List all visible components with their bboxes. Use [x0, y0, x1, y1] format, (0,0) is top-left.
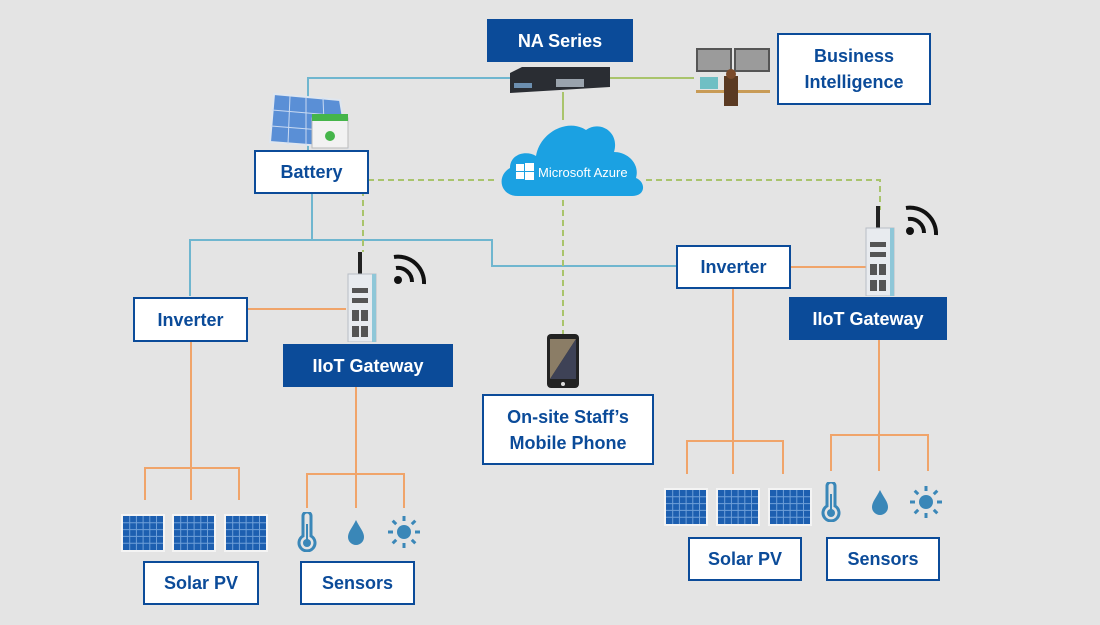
solar-pv-right-label: Solar PV — [688, 537, 802, 581]
inverter-right-label: Inverter — [676, 245, 791, 289]
water-drop-icon — [348, 520, 364, 545]
wifi-left-icon — [393, 254, 427, 285]
solar-pv-left-label: Solar PV — [143, 561, 259, 605]
microsoft-azure-cloud-icon: Microsoft Azure — [501, 125, 644, 196]
gateway-device-left-icon — [347, 252, 377, 342]
mobile-phone-label: On-site Staff’s Mobile Phone — [482, 394, 654, 465]
sensors-left-text: Sensors — [321, 573, 394, 593]
gateway-right-link — [646, 179, 881, 210]
inverter-left-label: Inverter — [133, 297, 248, 342]
water-drop-icon — [872, 490, 888, 515]
wifi-right-icon — [905, 205, 939, 236]
operator-monitors-icon — [696, 48, 770, 106]
sensors-left-label: Sensors — [300, 561, 415, 605]
battery-text: Battery — [280, 162, 343, 182]
azure-text: Microsoft Azure — [538, 165, 628, 180]
server-appliance-icon — [510, 67, 610, 93]
solar-battery-icon — [268, 92, 350, 150]
iiot-gateway-right-label: IIoT Gateway — [789, 297, 947, 340]
thermometer-icon — [297, 512, 317, 552]
business-intelligence-label: Business Intelligence — [777, 33, 931, 105]
sensors-right-label: Sensors — [826, 537, 940, 581]
solar-left-text: Solar PV — [163, 573, 239, 593]
solar-panel-icon — [716, 488, 760, 526]
inverter-right-text: Inverter — [700, 257, 767, 277]
bi-line-1: Business — [813, 46, 895, 66]
inverter-left-text: Inverter — [157, 309, 224, 330]
mobile-line-2: Mobile Phone — [509, 432, 627, 453]
sun-icon — [388, 516, 420, 548]
solar-panel-icon — [172, 514, 216, 552]
gateway-device-right-icon — [865, 206, 895, 296]
sun-icon — [910, 486, 942, 518]
mobile-line-1: On-site Staff’s — [507, 406, 629, 427]
solar-right-text: Solar PV — [707, 549, 783, 569]
na-series-text: NA Series — [517, 30, 603, 51]
iiot-gateway-left-label: IIoT Gateway — [283, 344, 453, 387]
gateway-left-text: IIoT Gateway — [312, 355, 424, 376]
gateway-right-text: IIoT Gateway — [812, 308, 924, 329]
solar-panel-icon — [664, 488, 708, 526]
sensors-right-text: Sensors — [847, 549, 919, 569]
solar-panel-icon — [768, 488, 812, 526]
battery-inverters-bus — [189, 239, 676, 296]
bi-line-2: Intelligence — [804, 72, 904, 92]
solar-panel-icon — [224, 514, 268, 552]
solar-panel-icon — [121, 514, 165, 552]
mobile-phone-icon — [547, 334, 579, 388]
na-series-label: NA Series — [487, 19, 633, 62]
battery-label: Battery — [254, 150, 369, 194]
thermometer-icon — [821, 482, 841, 522]
